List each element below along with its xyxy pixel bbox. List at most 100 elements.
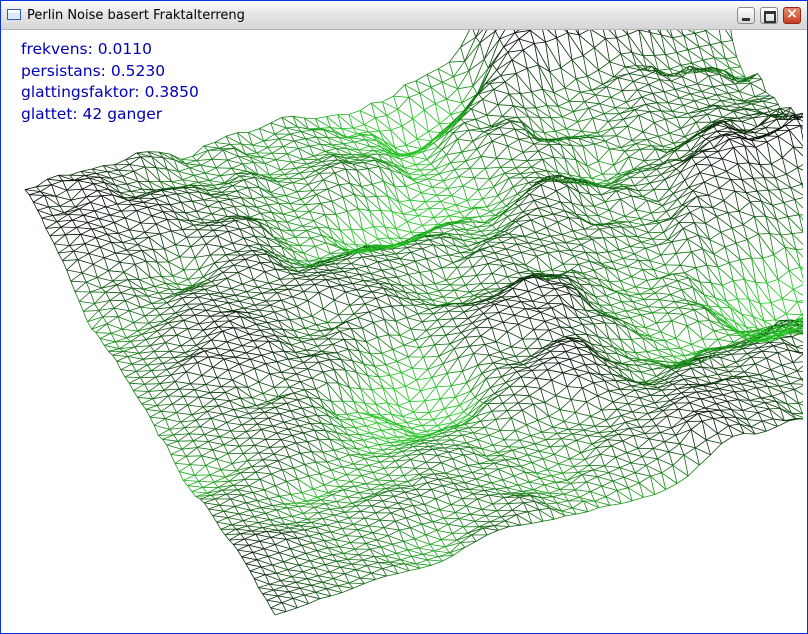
wireframe-edge — [127, 356, 133, 365]
wireframe-edge — [477, 365, 483, 374]
wireframe-edge — [266, 600, 272, 609]
wireframe-edge — [302, 338, 314, 343]
wireframe-edge — [243, 516, 255, 521]
wireframe-edge — [194, 314, 211, 317]
wireframe-edge — [487, 395, 499, 405]
wireframe-edge — [29, 194, 45, 196]
wireframe-edge — [176, 334, 182, 347]
wireframe-edge — [253, 271, 265, 281]
wireframe-edge — [387, 474, 393, 482]
wireframe-edge — [347, 492, 360, 498]
wireframe-edge — [207, 206, 224, 209]
wireframe-edge — [462, 493, 474, 500]
wireframe-edge — [306, 349, 322, 352]
close-button[interactable]: × — [783, 6, 801, 24]
wireframe-edge — [200, 213, 212, 220]
wireframe-edge — [244, 327, 261, 331]
wireframe-edge — [57, 252, 63, 261]
wireframe-edge — [204, 434, 220, 438]
wireframe-edge — [240, 533, 256, 535]
wireframe-edge — [265, 572, 277, 576]
window-app-icon[interactable] — [7, 9, 21, 20]
wireframe-edge — [406, 455, 411, 460]
wireframe-edge — [187, 485, 203, 488]
wireframe-edge — [425, 534, 442, 541]
wireframe-edge — [449, 336, 466, 345]
wireframe-edge — [390, 456, 396, 462]
wireframe-edge — [299, 423, 311, 427]
wireframe-edge — [487, 402, 503, 405]
wireframe-edge — [285, 306, 297, 310]
wireframe-edge — [83, 210, 95, 216]
wireframe-edge — [149, 416, 166, 420]
wireframe-edge — [122, 170, 134, 177]
wireframe-edge — [348, 274, 360, 278]
wireframe-edge — [376, 479, 382, 486]
wireframe-edge — [89, 177, 101, 179]
wireframe-edge — [237, 337, 254, 342]
maximize-button[interactable] — [760, 7, 778, 24]
title-bar[interactable]: Perlin Noise basert Fraktalterreng × — [1, 1, 807, 30]
wireframe-edge — [212, 296, 225, 301]
wireframe-edge — [395, 517, 407, 522]
wireframe-edge — [347, 496, 364, 499]
wireframe-edge — [158, 357, 164, 364]
wireframe-edge — [215, 159, 228, 169]
wireframe-edge — [447, 524, 453, 534]
wireframe-edge — [370, 352, 382, 355]
wireframe-edge — [264, 268, 276, 272]
wireframe-edge — [335, 211, 348, 215]
wireframe-edge — [109, 210, 122, 216]
wireframe-edge — [354, 425, 367, 428]
wireframe-edge — [232, 373, 244, 381]
wireframe-edge — [426, 256, 438, 260]
wireframe-edge — [377, 336, 394, 350]
wireframe-edge — [344, 268, 356, 272]
wireframe-edge — [340, 566, 357, 571]
wireframe-edge — [464, 423, 470, 429]
wireframe-edge — [303, 245, 316, 254]
wireframe-edge — [233, 264, 250, 268]
wireframe-edge — [356, 285, 368, 291]
wireframe-edge — [392, 480, 397, 486]
wireframe-edge — [289, 525, 301, 529]
wireframe-edge — [289, 452, 301, 458]
wireframe-edge — [173, 433, 190, 436]
wireframe-edge — [339, 328, 352, 332]
wireframe-edge — [291, 161, 307, 165]
wireframe-edge — [122, 322, 134, 330]
wireframe-edge — [314, 242, 327, 247]
wireframe-edge — [176, 192, 189, 195]
wireframe-edge — [281, 598, 294, 603]
wireframe-edge — [319, 172, 335, 174]
minimize-button[interactable] — [737, 7, 755, 24]
wireframe-edge — [307, 518, 312, 523]
wireframe-edge — [276, 358, 289, 363]
wireframe-edge — [265, 439, 271, 448]
wireframe-edge — [483, 462, 495, 469]
wireframe-edge — [259, 408, 265, 413]
wireframe-edge — [439, 509, 456, 513]
wireframe-edge — [410, 459, 416, 469]
render-viewport[interactable]: frekvens: 0.0110 persistans: 0.5230 glat… — [5, 30, 803, 631]
wireframe-edge — [491, 410, 508, 412]
wireframe-edge — [291, 513, 304, 517]
wireframe-edge — [209, 315, 215, 322]
wireframe-edge — [444, 444, 456, 449]
wireframe-edge — [367, 444, 379, 448]
wireframe-edge — [254, 438, 266, 446]
wireframe-edge — [355, 569, 372, 574]
wireframe-edge — [253, 336, 265, 342]
wireframe-edge — [84, 243, 101, 248]
wireframe-edge — [159, 314, 165, 322]
wireframe-edge — [314, 279, 327, 285]
wireframe-edge — [392, 265, 405, 269]
wireframe-edge — [381, 543, 393, 548]
wireframe-edge — [190, 464, 206, 466]
wireframe-edge — [362, 226, 374, 230]
wireframe-edge — [438, 284, 451, 292]
wireframe-edge — [226, 493, 232, 500]
wireframe-edge — [165, 418, 181, 423]
wireframe-edge — [380, 305, 392, 309]
wireframe-edge — [397, 498, 410, 504]
